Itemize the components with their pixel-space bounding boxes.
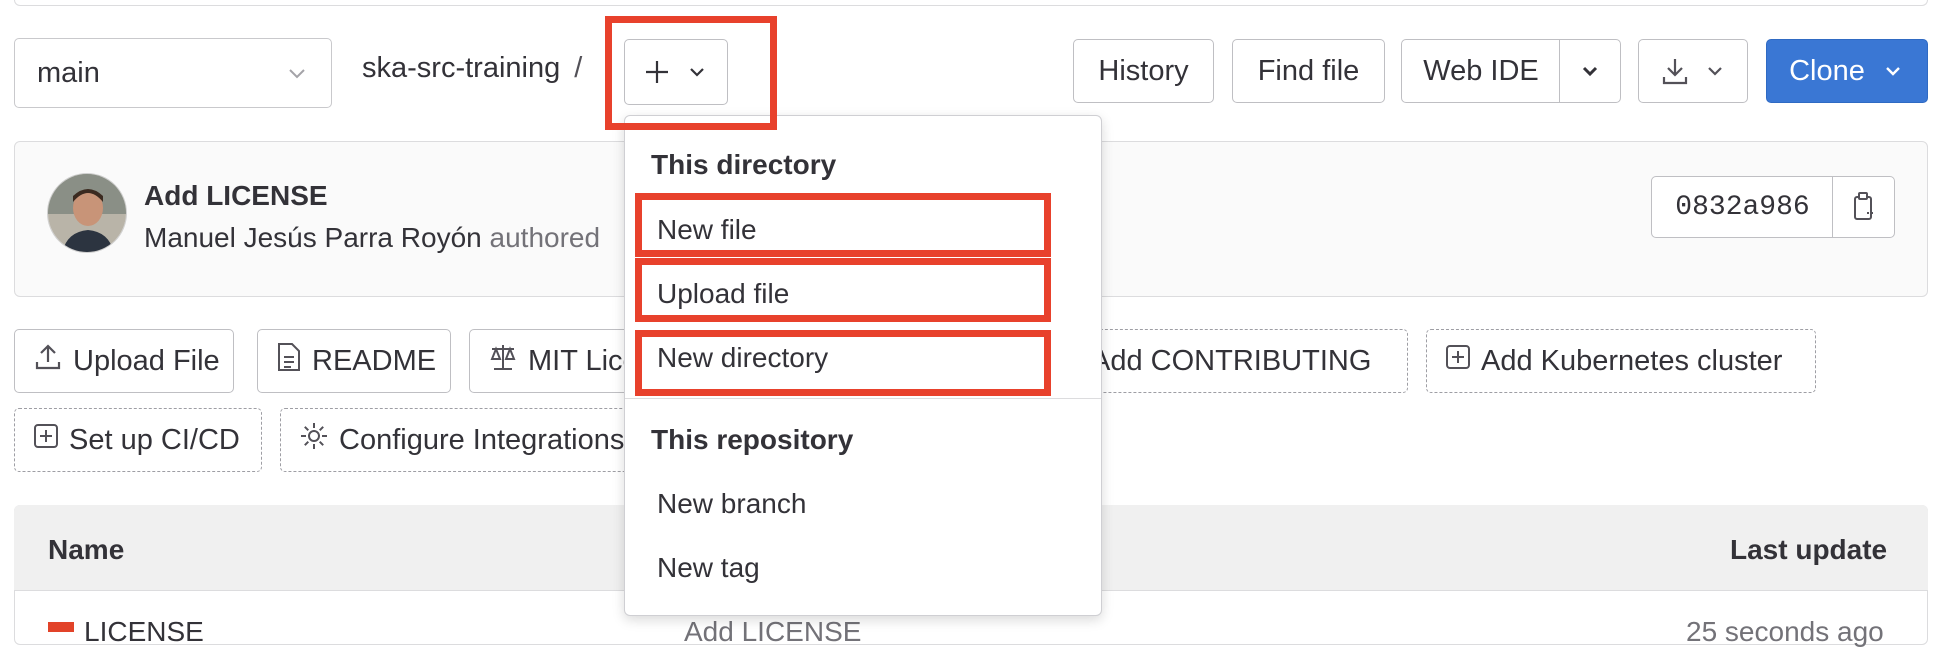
column-header-name: Name (48, 534, 125, 565)
upload-file-label: Upload File (73, 344, 220, 377)
download-dropdown-button[interactable] (1638, 39, 1748, 103)
chevron-down-icon (285, 61, 309, 85)
scale-icon (488, 342, 518, 380)
branch-selector[interactable]: main (14, 38, 332, 108)
commit-sha[interactable]: 0832a986 (1651, 176, 1834, 238)
dropdown-item-new-tag[interactable]: New tag (657, 552, 760, 584)
avatar[interactable] (47, 173, 127, 253)
configure-integrations-button[interactable]: Configure Integrations (280, 408, 660, 472)
web-ide-button[interactable]: Web IDE (1401, 39, 1561, 103)
readme-button[interactable]: README (257, 329, 451, 393)
branch-selector-value: main (37, 56, 100, 89)
dropdown-item-upload-file[interactable]: Upload file (657, 278, 789, 310)
download-icon (1659, 55, 1691, 87)
setup-cicd-label: Set up CI/CD (69, 423, 240, 456)
plus-icon (643, 58, 671, 86)
find-file-button[interactable]: Find file (1232, 39, 1385, 103)
configure-integrations-label: Configure Integrations (339, 423, 625, 456)
table-row-commit-message[interactable]: Add LICENSE (684, 616, 861, 648)
chevron-down-icon (1881, 59, 1905, 83)
mit-license-button[interactable]: MIT License (469, 329, 639, 393)
commit-authored-text: authored (489, 222, 601, 253)
file-icon (276, 342, 302, 380)
upload-icon (33, 342, 63, 380)
copy-sha-button[interactable] (1832, 176, 1895, 238)
table-row-updated: 25 seconds ago (1686, 616, 1884, 647)
column-header-last-update: Last update (1730, 534, 1888, 565)
commit-author-link[interactable]: Manuel Jesús Parra Royón (144, 222, 482, 253)
add-contributing-label: Add CONTRIBUTING (1091, 344, 1372, 377)
mit-license-label: MIT License (528, 344, 638, 377)
add-to-tree-button[interactable] (624, 39, 728, 105)
dropdown-section-this-repository: This repository (651, 424, 854, 455)
upload-file-button[interactable]: Upload File (14, 329, 234, 393)
add-kubernetes-label: Add Kubernetes cluster (1481, 344, 1783, 377)
clone-button-label: Clone (1789, 54, 1865, 87)
copy-icon (1849, 191, 1879, 223)
top-panel-edge (14, 0, 1928, 6)
readme-label: README (312, 344, 437, 377)
table-row-file-name[interactable]: LICENSE (84, 616, 204, 648)
gear-icon (299, 421, 329, 459)
web-ide-dropdown-toggle[interactable] (1559, 39, 1621, 103)
chevron-down-icon (685, 60, 709, 84)
plus-square-icon (33, 423, 59, 457)
dropdown-item-new-branch[interactable]: New branch (657, 488, 806, 520)
clone-button[interactable]: Clone (1766, 39, 1928, 103)
dropdown-section-this-directory: This directory (651, 149, 837, 180)
breadcrumb: ska-src-training / (362, 52, 582, 85)
commit-author: Manuel Jesús Parra Royón authored (144, 222, 600, 254)
dropdown-item-new-file[interactable]: New file (657, 214, 757, 246)
history-button[interactable]: History (1073, 39, 1214, 103)
add-kubernetes-cluster-button[interactable]: Add Kubernetes cluster (1426, 329, 1816, 393)
dropdown-item-new-directory[interactable]: New directory (657, 342, 828, 374)
add-dropdown-menu: This directory New file Upload file New … (624, 115, 1102, 616)
dropdown-divider (625, 398, 1101, 399)
breadcrumb-separator: / (574, 52, 583, 84)
chevron-down-icon (1703, 59, 1727, 83)
chevron-down-icon (1578, 59, 1602, 83)
commit-title-link[interactable]: Add LICENSE (144, 180, 328, 212)
license-file-icon (48, 622, 74, 632)
breadcrumb-project-link[interactable]: ska-src-training (362, 52, 560, 84)
setup-cicd-button[interactable]: Set up CI/CD (14, 408, 262, 472)
plus-square-icon (1445, 344, 1471, 378)
